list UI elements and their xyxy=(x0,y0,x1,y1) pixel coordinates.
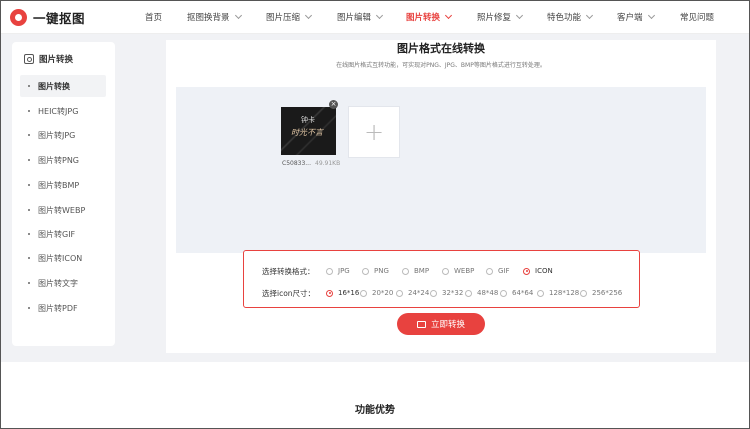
nav-home[interactable]: 首页 xyxy=(145,11,162,23)
chevron-down-icon xyxy=(444,11,453,20)
nav-client[interactable]: 客户端 xyxy=(617,11,655,23)
chevron-down-icon xyxy=(375,11,384,20)
sidebar: 图片转换 图片转换 HEIC转JPG 图片转JPG 图片转PNG 图片转BMP … xyxy=(12,42,115,346)
radio-icon xyxy=(523,267,530,275)
sidebar-item-to-webp[interactable]: 图片转WEBP xyxy=(20,199,106,221)
radio-icon xyxy=(442,267,449,275)
bullet-icon xyxy=(28,85,30,87)
chevron-down-icon xyxy=(515,11,524,20)
nav-compress[interactable]: 图片压缩 xyxy=(266,11,313,23)
page-subtitle: 在线图片格式互转功能，可实现对PNG、JPG、BMP等图片格式进行互转处理。 xyxy=(336,62,546,69)
bullet-icon xyxy=(28,209,30,211)
sidebar-title: 图片转换 xyxy=(24,53,73,65)
nav-edit[interactable]: 图片编辑 xyxy=(337,11,384,23)
chevron-down-icon xyxy=(234,11,242,20)
advantages-section xyxy=(0,362,750,429)
format-radio-bmp[interactable]: BMP xyxy=(402,267,429,275)
radio-icon xyxy=(465,289,472,297)
file-info: C5083​3... 49.91KB xyxy=(282,160,340,167)
brand-logo[interactable]: 一键抠图 xyxy=(10,8,85,27)
nav-features[interactable]: 特色功能 xyxy=(547,11,594,23)
format-label: 选择转换格式： xyxy=(262,267,315,276)
radio-icon xyxy=(396,289,403,297)
thumbnail-text: 钟卡 xyxy=(301,116,315,124)
radio-icon xyxy=(362,267,369,275)
size-radio-16[interactable]: 16*16 xyxy=(326,289,359,297)
sidebar-item-image-convert[interactable]: 图片转换 xyxy=(20,75,106,97)
chevron-down-icon xyxy=(585,11,594,20)
logo-icon xyxy=(10,9,27,26)
convert-button[interactable]: 立即转换 xyxy=(397,313,485,335)
size-radio-32[interactable]: 32*32 xyxy=(430,289,463,297)
section-title: 功能优势 xyxy=(355,405,395,416)
chevron-down-icon xyxy=(304,11,313,20)
sidebar-item-to-text[interactable]: 图片转文字 xyxy=(20,272,106,294)
plus-icon: + xyxy=(363,118,385,146)
bullet-icon xyxy=(28,233,30,235)
radio-icon xyxy=(500,289,507,297)
bullet-icon xyxy=(28,110,30,112)
bullet-icon xyxy=(28,307,30,309)
format-radio-png[interactable]: PNG xyxy=(362,267,389,275)
nav-convert[interactable]: 图片转换 xyxy=(406,11,453,23)
radio-icon xyxy=(537,289,544,297)
radio-icon xyxy=(486,267,493,275)
bullet-icon xyxy=(28,134,30,136)
bullet-icon xyxy=(28,282,30,284)
radio-icon xyxy=(360,289,367,297)
bullet-icon xyxy=(28,257,30,259)
radio-icon xyxy=(326,267,333,275)
top-navbar: 一键抠图 首页 抠图换背景 图片压缩 图片编辑 图片转换 照片修复 特色功能 客… xyxy=(0,0,750,34)
image-icon xyxy=(24,54,34,64)
sidebar-item-to-gif[interactable]: 图片转GIF xyxy=(20,223,106,245)
nav-repair[interactable]: 照片修复 xyxy=(477,11,524,23)
radio-icon xyxy=(430,289,437,297)
sidebar-item-to-pdf[interactable]: 图片转PDF xyxy=(20,297,106,319)
sidebar-item-to-jpg[interactable]: 图片转JPG xyxy=(20,124,106,146)
radio-icon xyxy=(326,289,333,297)
format-radio-jpg[interactable]: JPG xyxy=(326,267,350,275)
convert-button-label: 立即转换 xyxy=(430,320,465,330)
brand-name: 一键抠图 xyxy=(33,11,86,26)
sidebar-item-heic-jpg[interactable]: HEIC转JPG xyxy=(20,100,106,122)
sidebar-item-to-png[interactable]: 图片转PNG xyxy=(20,149,106,171)
size-radio-256[interactable]: 256*256 xyxy=(580,289,622,297)
convert-icon xyxy=(416,320,426,328)
converter-panel: 图片格式在线转换 在线图片格式互转功能，可实现对PNG、JPG、BMP等图片格式… xyxy=(166,40,716,353)
size-radio-24[interactable]: 24*24 xyxy=(396,289,429,297)
chevron-down-icon xyxy=(647,11,655,20)
file-size: 49.91KB xyxy=(315,160,341,167)
thumbnail-text: 时光不言 xyxy=(291,128,323,137)
size-radio-48[interactable]: 48*48 xyxy=(465,289,498,297)
remove-file-icon[interactable]: × xyxy=(329,100,338,109)
upload-area[interactable]: 钟卡 时光不言 × C5083​3... 49.91KB + xyxy=(176,87,706,253)
sidebar-item-to-bmp[interactable]: 图片转BMP xyxy=(20,174,106,196)
bullet-icon xyxy=(28,159,30,161)
format-radio-gif[interactable]: GIF xyxy=(486,267,510,275)
icon-size-label: 选择icon尺寸： xyxy=(262,289,316,298)
format-radio-icon[interactable]: ICON xyxy=(523,267,553,275)
bullet-icon xyxy=(28,184,30,186)
conversion-options: 选择转换格式： JPG PNG BMP WEBP GIF ICON 选择icon… xyxy=(243,250,640,308)
format-radio-webp[interactable]: WEBP xyxy=(442,267,474,275)
size-radio-20[interactable]: 20*20 xyxy=(360,289,393,297)
radio-icon xyxy=(580,289,587,297)
radio-icon xyxy=(402,267,409,275)
sidebar-item-to-icon[interactable]: 图片转ICON xyxy=(20,247,106,269)
size-radio-128[interactable]: 128*128 xyxy=(537,289,579,297)
file-name: C5083​3... xyxy=(282,160,311,167)
uploaded-thumbnail[interactable]: 钟卡 时光不言 xyxy=(281,107,336,155)
add-image-button[interactable]: + xyxy=(348,106,400,158)
size-radio-64[interactable]: 64*64 xyxy=(500,289,533,297)
nav-faq[interactable]: 常见问题 xyxy=(680,11,714,23)
page-title: 图片格式在线转换 xyxy=(397,42,485,55)
nav-matting[interactable]: 抠图换背景 xyxy=(187,11,242,23)
